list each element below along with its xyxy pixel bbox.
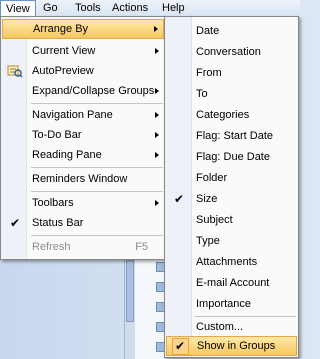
menu-item-status-bar[interactable]: ✔ Status Bar xyxy=(2,213,164,233)
submenu-arrow-icon xyxy=(155,152,159,158)
submenu-arrow-icon xyxy=(155,48,159,54)
arrange-by-submenu: Date Conversation From To Categories Fla… xyxy=(164,16,299,358)
menu-item-label: AutoPreview xyxy=(32,65,94,77)
menu-item-label: Refresh xyxy=(32,241,71,253)
menu-item-e-mail-account[interactable]: E-mail Account xyxy=(166,273,297,293)
menu-separator xyxy=(31,191,163,192)
menu-item-label: Status Bar xyxy=(32,217,84,229)
menu-item-label: Flag: Due Date xyxy=(196,151,270,163)
menu-item-folder[interactable]: Folder xyxy=(166,168,297,188)
menu-item-autopreview[interactable]: AutoPreview xyxy=(2,61,164,81)
menu-item-navigation-pane[interactable]: Navigation Pane xyxy=(2,105,164,125)
menu-item-to-do-bar[interactable]: To-Do Bar xyxy=(2,125,164,145)
menu-item-date[interactable]: Date xyxy=(166,21,297,41)
menu-item-conversation[interactable]: Conversation xyxy=(166,42,297,62)
menu-item-label: Type xyxy=(196,235,220,247)
menu-item-label: Current View xyxy=(32,45,96,57)
checkmark-icon: ✔ xyxy=(173,192,185,206)
menu-item-label: Toolbars xyxy=(32,197,74,209)
menu-item-label: Show in Groups xyxy=(197,340,276,352)
menu-item-label: Navigation Pane xyxy=(32,109,113,121)
menu-item-subject[interactable]: Subject xyxy=(166,210,297,230)
menu-item-label: Custom... xyxy=(196,321,244,333)
menu-item-shortcut: F5 xyxy=(135,241,148,253)
menu-item-arrange-by[interactable]: Arrange By xyxy=(2,19,164,39)
menu-item-toolbars[interactable]: Toolbars xyxy=(2,193,164,213)
menu-actions[interactable]: Actions xyxy=(109,0,151,16)
menu-go[interactable]: Go xyxy=(40,0,61,16)
menu-item-label: Reading Pane xyxy=(32,149,102,161)
menu-item-label: Flag: Start Date xyxy=(196,130,274,142)
submenu-arrow-icon xyxy=(155,200,159,206)
checkmark-icon: ✔ xyxy=(9,216,21,230)
menu-item-refresh[interactable]: Refresh F5 xyxy=(2,237,164,257)
submenu-arrow-icon xyxy=(155,88,159,94)
menu-item-current-view[interactable]: Current View xyxy=(2,41,164,61)
menu-item-label: From xyxy=(196,67,222,79)
menu-item-from[interactable]: From xyxy=(166,63,297,83)
menu-item-label: Folder xyxy=(196,172,228,184)
menu-item-label: Expand/Collapse Groups xyxy=(32,85,155,97)
menu-separator xyxy=(31,167,163,168)
menu-item-label: Importance xyxy=(196,298,252,310)
menu-item-flag-due-date[interactable]: Flag: Due Date xyxy=(166,147,297,167)
submenu-arrow-icon xyxy=(154,26,158,32)
menu-item-type[interactable]: Type xyxy=(166,231,297,251)
menu-item-reading-pane[interactable]: Reading Pane xyxy=(2,145,164,165)
menu-item-importance[interactable]: Importance xyxy=(166,294,297,314)
menu-item-show-in-groups[interactable]: ✔ Show in Groups xyxy=(166,336,297,356)
menu-item-label: Size xyxy=(196,193,218,205)
view-menu: Arrange By Current View AutoPreview Expa… xyxy=(0,16,166,260)
menu-item-reminders-window[interactable]: Reminders Window xyxy=(2,169,164,189)
menu-view[interactable]: View xyxy=(0,0,36,17)
menu-item-size[interactable]: ✔ Size xyxy=(166,189,297,209)
autopreview-icon xyxy=(7,65,23,78)
menu-item-label: Attachments xyxy=(196,256,258,268)
menu-item-attachments[interactable]: Attachments xyxy=(166,252,297,272)
menu-item-to[interactable]: To xyxy=(166,84,297,104)
menu-item-flag-start-date[interactable]: Flag: Start Date xyxy=(166,126,297,146)
submenu-arrow-icon xyxy=(155,132,159,138)
menu-item-label: To xyxy=(196,88,208,100)
menu-separator xyxy=(31,235,163,236)
menu-item-label: Arrange By xyxy=(33,23,89,35)
menu-item-label: E-mail Account xyxy=(196,277,270,289)
menu-tools[interactable]: Tools xyxy=(72,0,104,16)
checkmark-icon: ✔ xyxy=(174,339,186,353)
menu-item-expand-collapse-groups[interactable]: Expand/Collapse Groups xyxy=(2,81,164,101)
menu-item-categories[interactable]: Categories xyxy=(166,105,297,125)
menu-item-label: To-Do Bar xyxy=(32,129,82,141)
submenu-arrow-icon xyxy=(155,112,159,118)
menu-separator xyxy=(31,103,163,104)
menu-help[interactable]: Help xyxy=(159,0,188,16)
menu-item-label: Subject xyxy=(196,214,233,226)
menu-item-label: Categories xyxy=(196,109,250,121)
menu-item-custom[interactable]: Custom... xyxy=(166,317,297,337)
menu-item-label: Conversation xyxy=(196,46,261,58)
scrollbar-thumb[interactable] xyxy=(126,260,134,322)
menu-item-label: Reminders Window xyxy=(32,173,128,185)
menu-item-label: Date xyxy=(196,25,220,37)
